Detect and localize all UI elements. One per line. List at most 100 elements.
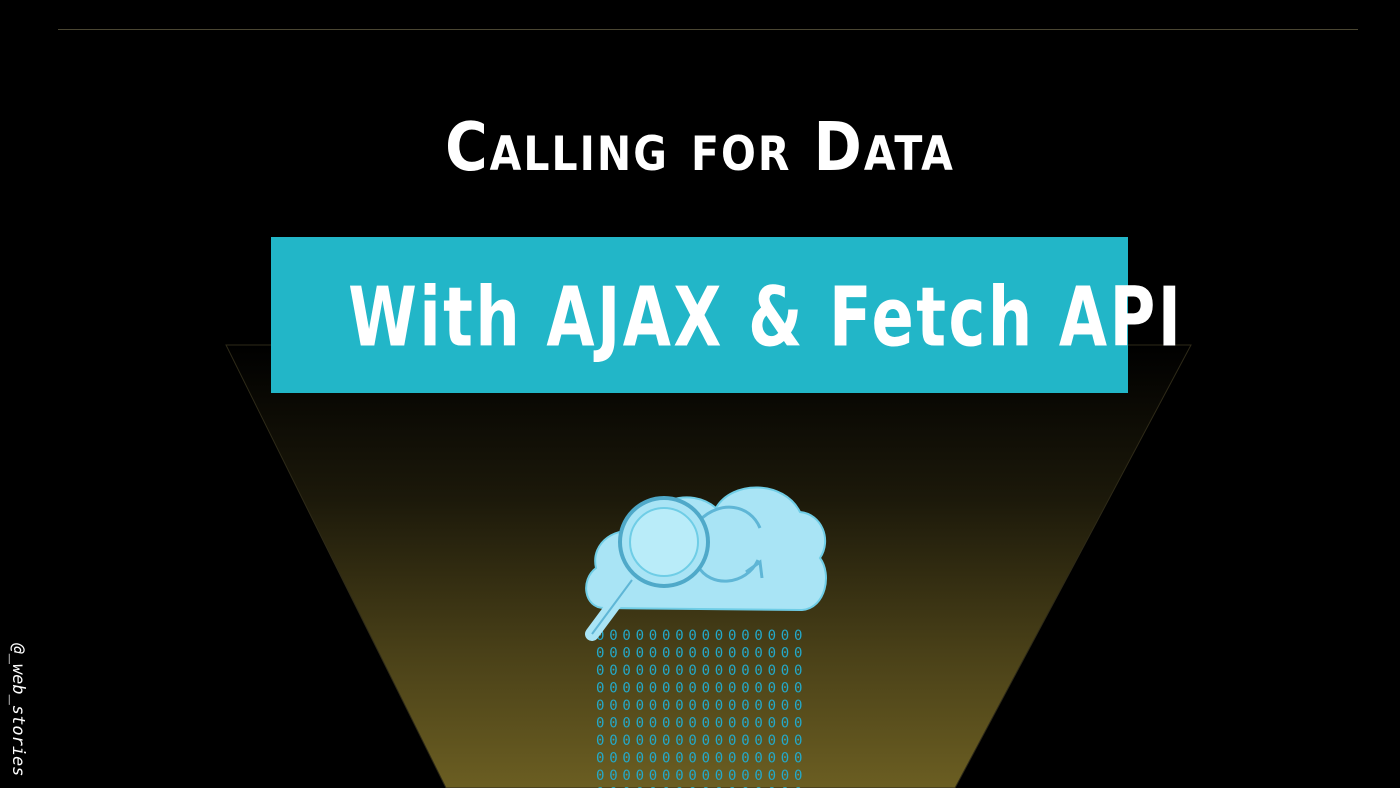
binary-digit: 0 (609, 716, 617, 732)
binary-digit: 0 (596, 751, 604, 767)
binary-digit: 0 (662, 733, 670, 749)
binary-digit: 0 (741, 768, 749, 784)
binary-digit: 0 (675, 768, 683, 784)
binary-digit: 0 (794, 751, 802, 767)
binary-digit: 0 (675, 681, 683, 697)
binary-digit: 0 (688, 681, 696, 697)
banner-text: With AJAX & Fetch API (348, 269, 1184, 366)
binary-digit: 0 (741, 716, 749, 732)
binary-digit: 0 (768, 768, 776, 784)
binary-digit: 0 (728, 681, 736, 697)
binary-digit: 0 (596, 733, 604, 749)
binary-digit: 0 (675, 751, 683, 767)
binary-digit: 0 (596, 681, 604, 697)
binary-digit: 0 (609, 733, 617, 749)
binary-digit: 0 (781, 628, 789, 644)
binary-digit: 0 (662, 628, 670, 644)
binary-digit: 0 (596, 768, 604, 784)
binary-digit: 0 (649, 751, 657, 767)
binary-digit: 0 (794, 646, 802, 662)
binary-data-stream-icon: 0 0 0 0 0 0 0 0 0 0 0 0 0 0 0 00 0 0 0 0 0 0 0 0 0 0 0 0 0 0 00 0 0 0 0 0 0 0… (596, 628, 802, 788)
cloud-data-illustration: 0 0 0 0 0 0 0 0 0 0 0 0 0 0 0 00 0 0 0 0 0 0 0 0 0 0 0 0 0 0 00 0 0 0 0 0 0 0… (585, 486, 827, 788)
subtitle-banner: With AJAX & Fetch API (271, 237, 1184, 393)
binary-digit: 0 (794, 733, 802, 749)
binary-digit: 0 (741, 698, 749, 714)
binary-digit: 0 (715, 628, 723, 644)
binary-digit: 0 (688, 733, 696, 749)
binary-digit: 0 (675, 716, 683, 732)
binary-digit: 0 (622, 663, 630, 679)
binary-digit: 0 (675, 663, 683, 679)
binary-digit: 0 (688, 751, 696, 767)
binary-digit: 0 (728, 716, 736, 732)
binary-digit: 0 (768, 751, 776, 767)
binary-digit: 0 (794, 663, 802, 679)
binary-digit: 0 (649, 716, 657, 732)
binary-digit: 0 (688, 768, 696, 784)
binary-digit: 0 (715, 751, 723, 767)
binary-digit: 0 (649, 663, 657, 679)
binary-digit: 0 (596, 663, 604, 679)
binary-digit: 0 (636, 698, 644, 714)
binary-digit: 0 (754, 628, 762, 644)
binary-digit: 0 (662, 663, 670, 679)
binary-digit: 0 (649, 733, 657, 749)
binary-digit: 0 (662, 646, 670, 662)
binary-digit: 0 (702, 628, 710, 644)
binary-digit: 0 (688, 716, 696, 732)
binary-digit: 0 (754, 768, 762, 784)
binary-digit: 0 (754, 698, 762, 714)
binary-digit: 0 (781, 681, 789, 697)
binary-digit: 0 (728, 663, 736, 679)
binary-digit: 0 (754, 646, 762, 662)
binary-digit: 0 (781, 698, 789, 714)
binary-digit: 0 (794, 628, 802, 644)
binary-digit: 0 (781, 733, 789, 749)
binary-digit: 0 (636, 768, 644, 784)
binary-digit: 0 (702, 663, 710, 679)
binary-digit: 0 (728, 768, 736, 784)
binary-digit: 0 (741, 663, 749, 679)
binary-digit: 0 (768, 698, 776, 714)
binary-digit: 0 (675, 698, 683, 714)
binary-digit: 0 (702, 751, 710, 767)
binary-digit: 0 (728, 628, 736, 644)
binary-digit: 0 (794, 768, 802, 784)
binary-digit: 0 (675, 733, 683, 749)
binary-digit: 0 (622, 751, 630, 767)
binary-digit: 0 (728, 751, 736, 767)
binary-digit: 0 (754, 663, 762, 679)
binary-digit: 0 (662, 698, 670, 714)
binary-digit: 0 (715, 716, 723, 732)
binary-digit: 0 (741, 733, 749, 749)
binary-digit: 0 (636, 681, 644, 697)
binary-digit: 0 (781, 751, 789, 767)
binary-digit: 0 (741, 681, 749, 697)
binary-digit: 0 (768, 646, 776, 662)
binary-digit: 0 (754, 751, 762, 767)
binary-digit: 0 (754, 733, 762, 749)
binary-digit: 0 (702, 698, 710, 714)
binary-digit: 0 (715, 698, 723, 714)
binary-digit: 0 (636, 733, 644, 749)
binary-digit: 0 (649, 628, 657, 644)
binary-digit: 0 (794, 716, 802, 732)
binary-digit: 0 (675, 628, 683, 644)
binary-digit: 0 (622, 716, 630, 732)
binary-digit: 0 (688, 628, 696, 644)
binary-digit: 0 (596, 698, 604, 714)
binary-digit: 0 (636, 628, 644, 644)
binary-digit: 0 (688, 698, 696, 714)
binary-digit: 0 (781, 716, 789, 732)
binary-digit: 0 (728, 733, 736, 749)
page-title: Calling for Data (445, 108, 955, 187)
binary-digit: 0 (609, 628, 617, 644)
binary-digit: 0 (609, 681, 617, 697)
binary-digit: 0 (702, 646, 710, 662)
binary-digit: 0 (662, 751, 670, 767)
slide: Calling for Data With AJAX & Fetch API 0… (0, 0, 1400, 788)
binary-digit: 0 (636, 646, 644, 662)
binary-digit: 0 (622, 628, 630, 644)
binary-digit: 0 (768, 681, 776, 697)
binary-digit: 0 (596, 716, 604, 732)
